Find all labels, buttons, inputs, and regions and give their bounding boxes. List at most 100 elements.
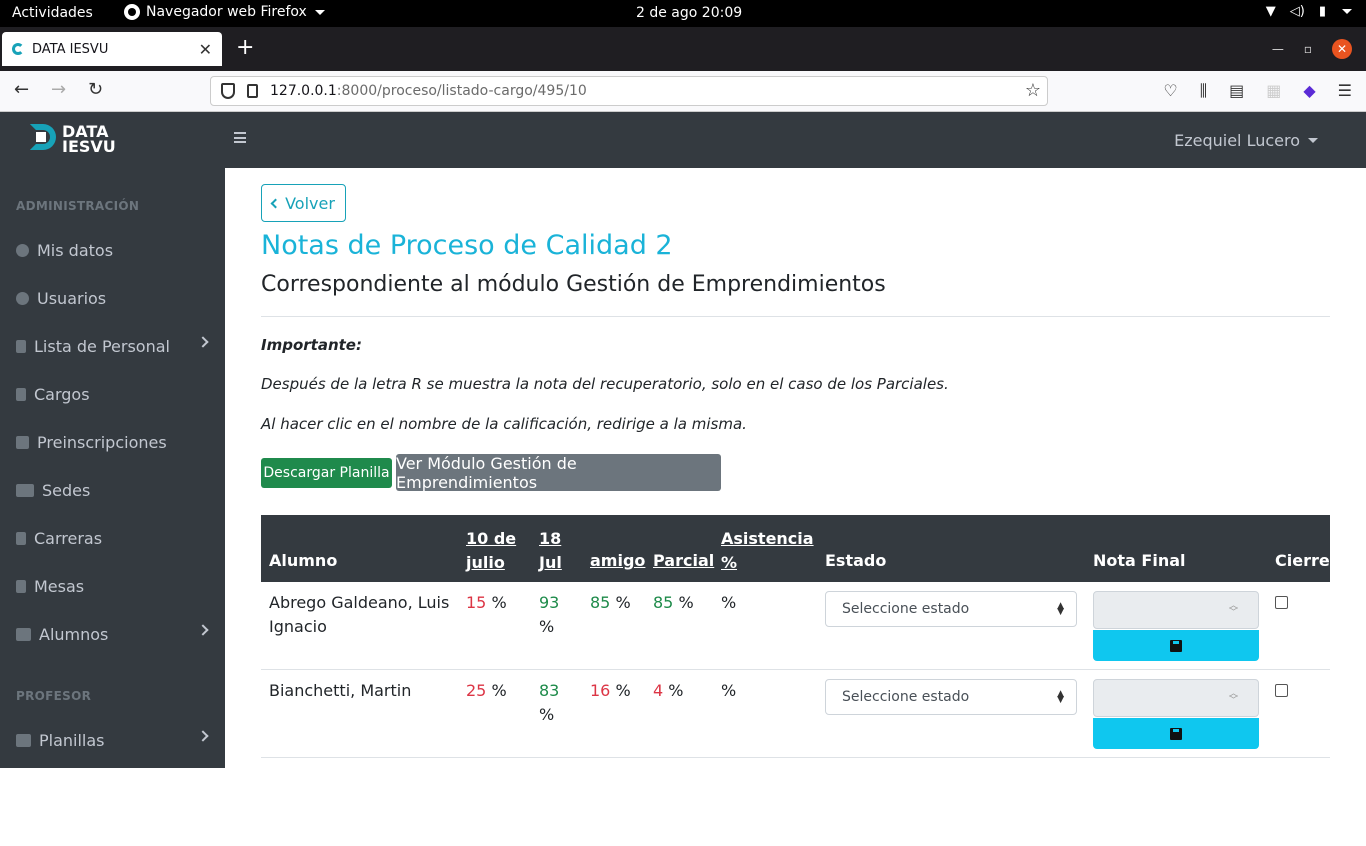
system-tray[interactable]: ▼ ◁) ▮ xyxy=(1266,4,1352,19)
logo-icon xyxy=(30,124,58,154)
main-content: Volver Notas de Proceso de Calidad 2 Cor… xyxy=(225,168,1366,768)
close-tab-icon[interactable]: ✕ xyxy=(199,40,212,59)
col-estado: Estado xyxy=(825,551,887,570)
brand-line2: IESVU xyxy=(62,137,116,156)
col-10-de-julio[interactable]: 10 de julio xyxy=(466,527,516,575)
save-nota-button[interactable] xyxy=(1093,718,1259,749)
extension-purple-icon[interactable]: ◆ xyxy=(1303,81,1315,101)
sidebar-item-label: Lista de Personal xyxy=(34,336,170,356)
browser-tab[interactable]: DATA IESVU ✕ xyxy=(2,32,222,66)
chevron-left-icon xyxy=(270,198,281,208)
user-name: Ezequiel Lucero xyxy=(1174,131,1300,150)
table-row xyxy=(261,758,1330,846)
cierre-checkbox[interactable] xyxy=(1275,684,1288,697)
hamburger-menu-icon[interactable] xyxy=(234,132,246,143)
forward-arrow-icon[interactable]: → xyxy=(51,79,66,100)
back-button[interactable]: Volver xyxy=(261,184,346,222)
student-name: Abrego Galdeano, Luis Ignacio xyxy=(269,591,449,639)
estado-select-value: Seleccione estado xyxy=(842,601,970,617)
back-arrow-icon[interactable]: ← xyxy=(14,79,29,100)
app-menu[interactable]: Navegador web Firefox xyxy=(124,4,325,20)
sidebar-item-alumnos[interactable]: Alumnos xyxy=(16,622,211,646)
sidebar-item-mesas[interactable]: Mesas xyxy=(16,574,211,598)
clock[interactable]: 2 de ago 20:09 xyxy=(636,5,742,21)
sidebar-item-sedes[interactable]: Sedes xyxy=(16,478,211,502)
chevron-right-icon xyxy=(197,730,209,742)
save-icon xyxy=(1170,639,1182,652)
sidebar-header-profesor: PROFESOR xyxy=(16,689,92,703)
attendance-cell: % xyxy=(721,681,737,700)
tab-strip: DATA IESVU ✕ + — ▫ ✕ xyxy=(0,27,1366,71)
sidebar-item-usuarios[interactable]: Usuarios xyxy=(16,286,211,310)
brand-logo[interactable]: DATA IESVU xyxy=(30,124,116,156)
clipboard-icon xyxy=(16,339,26,353)
extension-icon[interactable]: ▦ xyxy=(1266,81,1281,101)
estado-select-value: Seleccione estado xyxy=(842,689,970,705)
reload-icon[interactable]: ↻ xyxy=(88,79,103,100)
percent-sign: % xyxy=(491,593,507,612)
spinner-icon: ︿ ﹀ xyxy=(1228,689,1238,706)
page-info-icon[interactable] xyxy=(247,84,258,98)
navigation-bar: ← → ↻ 127.0.0.1 :8000/proceso/listado-ca… xyxy=(0,71,1366,112)
new-tab-icon[interactable]: + xyxy=(236,35,254,60)
col-label: 10 de xyxy=(466,529,517,548)
user-menu[interactable]: Ezequiel Lucero xyxy=(1174,131,1318,150)
col-nota-final: Nota Final xyxy=(1093,551,1186,570)
col-18-jul[interactable]: 18 Jul xyxy=(539,527,562,575)
menu-icon[interactable]: ☰ xyxy=(1338,81,1352,101)
app-menu-label: Navegador web Firefox xyxy=(146,4,307,20)
col-parcial[interactable]: Parcial xyxy=(653,551,714,570)
sidebar-toggle-icon[interactable]: ▤ xyxy=(1229,81,1244,101)
sidebar-item-cargos[interactable]: Cargos xyxy=(16,382,211,406)
view-module-button[interactable]: Ver Módulo Gestión de Emprendimientos xyxy=(396,454,721,492)
grade-cell: 16 % xyxy=(590,679,631,703)
bookmark-star-icon[interactable]: ☆ xyxy=(1025,80,1041,101)
grade-value: 15 xyxy=(466,593,487,612)
grade-cell: 85 % xyxy=(653,591,694,615)
close-window-icon[interactable]: ✕ xyxy=(1332,39,1352,59)
app-header: Ezequiel Lucero xyxy=(225,112,1366,168)
cierre-checkbox[interactable] xyxy=(1275,596,1288,609)
estado-select[interactable]: Seleccione estado ▲ ▼ xyxy=(825,591,1077,627)
activities-button[interactable]: Actividades xyxy=(12,5,93,21)
col-asistencia[interactable]: Asistencia % xyxy=(721,527,814,575)
save-icon xyxy=(1170,727,1182,740)
grade-cell: 15 % xyxy=(466,591,507,615)
caret-down-icon xyxy=(314,9,325,15)
sidebar-item-label: Preinscripciones xyxy=(37,432,167,452)
sidebar-item-preinscripciones[interactable]: Preinscripciones xyxy=(16,430,211,454)
nota-final-input[interactable]: ︿ ﹀ xyxy=(1093,591,1259,629)
shield-icon[interactable] xyxy=(221,83,235,99)
sidebar-item-mis-datos[interactable]: Mis datos xyxy=(16,238,211,262)
nota-final-input[interactable]: ︿ ﹀ xyxy=(1093,679,1259,717)
url-bar[interactable]: 127.0.0.1 :8000/proceso/listado-cargo/49… xyxy=(210,76,1048,106)
student-name-line: Abrego Galdeano, Luis xyxy=(269,593,450,612)
maximize-icon[interactable]: ▫ xyxy=(1304,42,1312,56)
col-amigo[interactable]: amigo xyxy=(590,551,645,570)
grade-cell: 93% xyxy=(539,591,559,639)
sidebar-item-label: Usuarios xyxy=(37,288,107,308)
url-host: 127.0.0.1 xyxy=(270,83,337,99)
wifi-icon: ▼ xyxy=(1265,4,1276,19)
pocket-icon[interactable]: ♡ xyxy=(1163,81,1177,101)
estado-select[interactable]: Seleccione estado ▲ ▼ xyxy=(825,679,1077,715)
library-icon[interactable]: ⫼ xyxy=(1200,81,1207,101)
gnome-top-bar: Actividades Navegador web Firefox 2 de a… xyxy=(0,0,1366,27)
sidebar-item-planillas[interactable]: Planillas xyxy=(16,728,211,752)
sidebar-header-admin: ADMINISTRACIÓN xyxy=(16,199,140,213)
grade-value: 85 xyxy=(653,593,674,612)
minimize-icon[interactable]: — xyxy=(1272,42,1284,56)
student-name-line: Ignacio xyxy=(269,617,327,636)
grade-cell: 83% xyxy=(539,679,559,727)
sidebar-item-lista-personal[interactable]: Lista de Personal xyxy=(16,334,211,358)
percent-sign: % xyxy=(491,681,507,700)
grade-cell: 4 % xyxy=(653,679,683,703)
volume-icon: ◁) xyxy=(1289,4,1305,19)
grade-value: 16 xyxy=(590,681,611,700)
window-controls: — ▫ ✕ xyxy=(1272,39,1352,59)
save-nota-button[interactable] xyxy=(1093,630,1259,661)
sidebar-item-carreras[interactable]: Carreras xyxy=(16,526,211,550)
users-icon xyxy=(16,291,29,305)
sidebar-item-label: Alumnos xyxy=(39,624,109,644)
download-button[interactable]: Descargar Planilla xyxy=(261,458,392,488)
